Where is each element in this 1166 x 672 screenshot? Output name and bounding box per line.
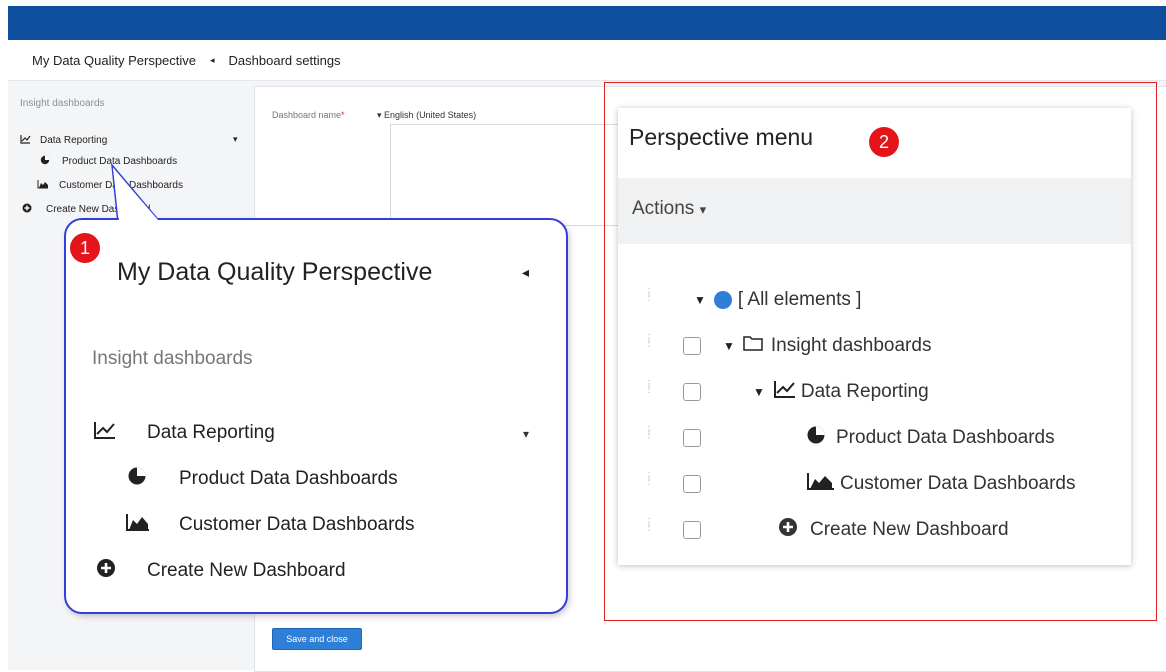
collapse-arrow-icon[interactable]: ◂ — [522, 264, 529, 281]
language-select[interactable]: ▾ English (United States) — [377, 110, 476, 121]
breadcrumb: My Data Quality Perspective ◂ Dashboard … — [32, 53, 341, 68]
sidebar-section-title: Insight dashboards — [20, 98, 105, 109]
sidebar-item-label: Data Reporting — [40, 135, 108, 146]
row-checkbox[interactable] — [683, 429, 701, 447]
line-chart-icon — [773, 379, 797, 405]
callout-item-product-data-dashboards[interactable]: Product Data Dashboards — [127, 466, 398, 492]
callout-item-label: Product Data Dashboards — [179, 468, 398, 489]
pie-chart-icon — [40, 155, 54, 168]
drag-handle-icon[interactable]: ⋮ ⋮ — [644, 288, 654, 312]
area-chart-icon — [125, 512, 151, 538]
drag-handle-icon[interactable]: ⋮ ⋮ — [644, 426, 654, 450]
callout-item-data-reporting[interactable]: Data Reporting — [93, 420, 275, 446]
sidebar-item-label: Customer Data Dashboards — [59, 180, 183, 191]
line-chart-icon — [20, 134, 34, 147]
callout-item-label: Customer Data Dashboards — [179, 514, 415, 535]
drag-handle-icon[interactable]: ⋮ ⋮ — [644, 472, 654, 496]
chevron-down-icon[interactable]: ▾ — [523, 427, 529, 441]
callout-perspective-title: My Data Quality Perspective — [117, 258, 433, 286]
folder-icon — [743, 335, 763, 357]
tree-row-label: Insight dashboards — [770, 335, 932, 356]
expand-triangle-icon[interactable]: ▼ — [694, 293, 706, 307]
pie-chart-icon — [127, 466, 151, 492]
line-chart-icon — [93, 420, 121, 446]
callout-section-title: Insight dashboards — [92, 348, 253, 369]
drag-handle-icon[interactable]: ⋮ ⋮ — [644, 380, 654, 404]
expand-triangle-icon[interactable]: ▼ — [723, 339, 735, 353]
sidebar-expand-caret-icon[interactable]: ▾ — [233, 134, 238, 145]
expand-triangle-icon[interactable]: ▼ — [753, 385, 765, 399]
tree-row-create-new-dashboard[interactable]: Create New Dashboard — [778, 518, 1009, 542]
sidebar-item-data-reporting[interactable]: Data Reporting — [20, 134, 107, 147]
sidebar-item-product-data-dashboards[interactable]: Product Data Dashboards — [40, 155, 177, 168]
required-mark: * — [341, 110, 345, 120]
chevron-down-icon: ▾ — [699, 202, 707, 217]
dashboard-name-field[interactable] — [390, 124, 622, 226]
plus-circle-icon — [96, 558, 120, 584]
tree-row-all-elements[interactable]: ▼ [ All elements ] — [694, 288, 861, 312]
row-checkbox[interactable] — [683, 475, 701, 493]
drag-handle-icon[interactable]: ⋮ ⋮ — [644, 334, 654, 358]
sidebar-item-customer-data-dashboards[interactable]: Customer Data Dashboards — [37, 179, 183, 192]
callout-item-label: Create New Dashboard — [147, 560, 346, 581]
badge-2: 2 — [869, 127, 899, 157]
callout-item-customer-data-dashboards[interactable]: Customer Data Dashboards — [125, 512, 415, 538]
callout-item-create-new-dashboard[interactable]: Create New Dashboard — [96, 558, 346, 584]
plus-circle-icon — [778, 517, 798, 543]
sidebar-item-label: Product Data Dashboards — [62, 156, 178, 167]
tree-row-label: Create New Dashboard — [810, 519, 1009, 540]
root-node-icon — [713, 291, 732, 309]
tree-row-customer-data-dashboards[interactable]: Customer Data Dashboards — [806, 472, 1076, 496]
sidebar-item-label: Create New Dashboard — [46, 204, 151, 215]
area-chart-icon — [37, 179, 51, 192]
row-checkbox[interactable] — [683, 337, 701, 355]
area-chart-icon — [806, 471, 836, 497]
actions-dropdown[interactable]: Actions ▾ — [632, 198, 706, 220]
plus-circle-icon — [22, 203, 36, 216]
top-app-bar — [8, 6, 1166, 40]
tree-row-product-data-dashboards[interactable]: Product Data Dashboards — [806, 426, 1055, 450]
callout-item-label: Data Reporting — [147, 422, 275, 443]
tree-row-label: Customer Data Dashboards — [840, 473, 1076, 494]
chevron-down-icon: ▾ — [377, 110, 382, 120]
pie-chart-icon — [806, 425, 826, 451]
row-checkbox[interactable] — [683, 383, 701, 401]
breadcrumb-perspective[interactable]: My Data Quality Perspective — [32, 53, 196, 68]
tree-row-label: Data Reporting — [800, 381, 929, 402]
drag-handle-icon[interactable]: ⋮ ⋮ — [644, 518, 654, 542]
save-and-close-button[interactable]: Save and close — [272, 628, 362, 650]
tree-row-label: Product Data Dashboards — [836, 427, 1055, 448]
breadcrumb-separator-icon[interactable]: ◂ — [210, 55, 215, 66]
tree-row-insight-dashboards[interactable]: ▼ Insight dashboards — [723, 334, 931, 358]
badge-1: 1 — [70, 233, 100, 263]
tree-row-label: [ All elements ] — [737, 289, 862, 310]
breadcrumb-page: Dashboard settings — [228, 53, 341, 68]
row-checkbox[interactable] — [683, 521, 701, 539]
sidebar-item-create-new-dashboard[interactable]: Create New Dashboard — [22, 203, 151, 216]
tree-row-data-reporting[interactable]: ▼ Data Reporting — [753, 380, 929, 404]
perspective-menu-title: Perspective menu — [629, 124, 814, 150]
dashboard-name-label: Dashboard name* — [272, 110, 345, 120]
